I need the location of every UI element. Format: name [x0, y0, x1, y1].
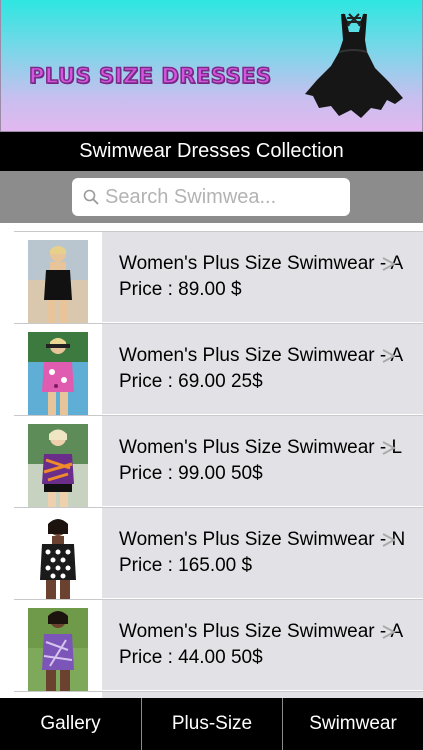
list-item[interactable]: Women's Plus Size Swimwear - A Price : 6… [14, 323, 423, 418]
tab-swimwear[interactable]: Swimwear [283, 698, 423, 750]
tab-bar: Gallery Plus-Size Swimwear [0, 698, 423, 750]
product-thumbnail [14, 416, 102, 510]
product-thumbnail [14, 508, 102, 602]
product-title: Women's Plus Size Swimwear - A [119, 253, 404, 274]
product-thumbnail [14, 324, 102, 418]
search-input[interactable] [105, 182, 340, 212]
product-price: Price : 165.00 $ [119, 555, 253, 576]
list-item[interactable]: Women's Plus Size Swimwear - A Price : 8… [14, 231, 423, 326]
list-item[interactable]: Women's Plus Size Swimwear - A Price : 4… [14, 599, 423, 694]
product-price: Price : 69.00 25$ [119, 371, 263, 392]
product-price: Price : 44.00 50$ [119, 647, 263, 668]
product-photo [28, 516, 88, 602]
list-item[interactable]: Women's Plus Size Swimwear - L Price : 9… [14, 415, 423, 510]
product-thumbnail [14, 232, 102, 326]
product-price: Price : 99.00 50$ [119, 463, 263, 484]
product-photo [28, 424, 88, 510]
search-icon [83, 189, 99, 205]
product-photo [28, 608, 88, 694]
app-banner: PLUS SIZE DRESSES [0, 0, 423, 132]
product-photo [28, 332, 88, 418]
search-field[interactable] [72, 178, 350, 216]
list-item-partial[interactable] [14, 691, 423, 698]
list-item[interactable]: Women's Plus Size Swimwear - N Price : 1… [14, 507, 423, 602]
product-title: Women's Plus Size Swimwear - N [119, 529, 406, 550]
dress-illustration [305, 13, 403, 118]
chevron-right-icon [382, 257, 396, 271]
chevron-right-icon [382, 533, 396, 547]
banner-title: PLUS SIZE DRESSES [28, 63, 272, 89]
product-title: Women's Plus Size Swimwear - A [119, 345, 404, 366]
page-title: Swimwear Dresses Collection [0, 132, 423, 171]
chevron-right-icon [382, 625, 396, 639]
product-title: Women's Plus Size Swimwear - L [119, 437, 403, 458]
product-title: Women's Plus Size Swimwear - A [119, 621, 404, 642]
chevron-right-icon [382, 441, 396, 455]
product-thumbnail [14, 600, 102, 694]
product-list[interactable]: Women's Plus Size Swimwear - A Price : 8… [0, 223, 423, 698]
search-bar [0, 171, 423, 223]
tab-gallery[interactable]: Gallery [0, 698, 141, 750]
chevron-right-icon [382, 349, 396, 363]
product-photo [28, 240, 88, 326]
tab-plus-size[interactable]: Plus-Size [142, 698, 282, 750]
product-price: Price : 89.00 $ [119, 279, 242, 300]
